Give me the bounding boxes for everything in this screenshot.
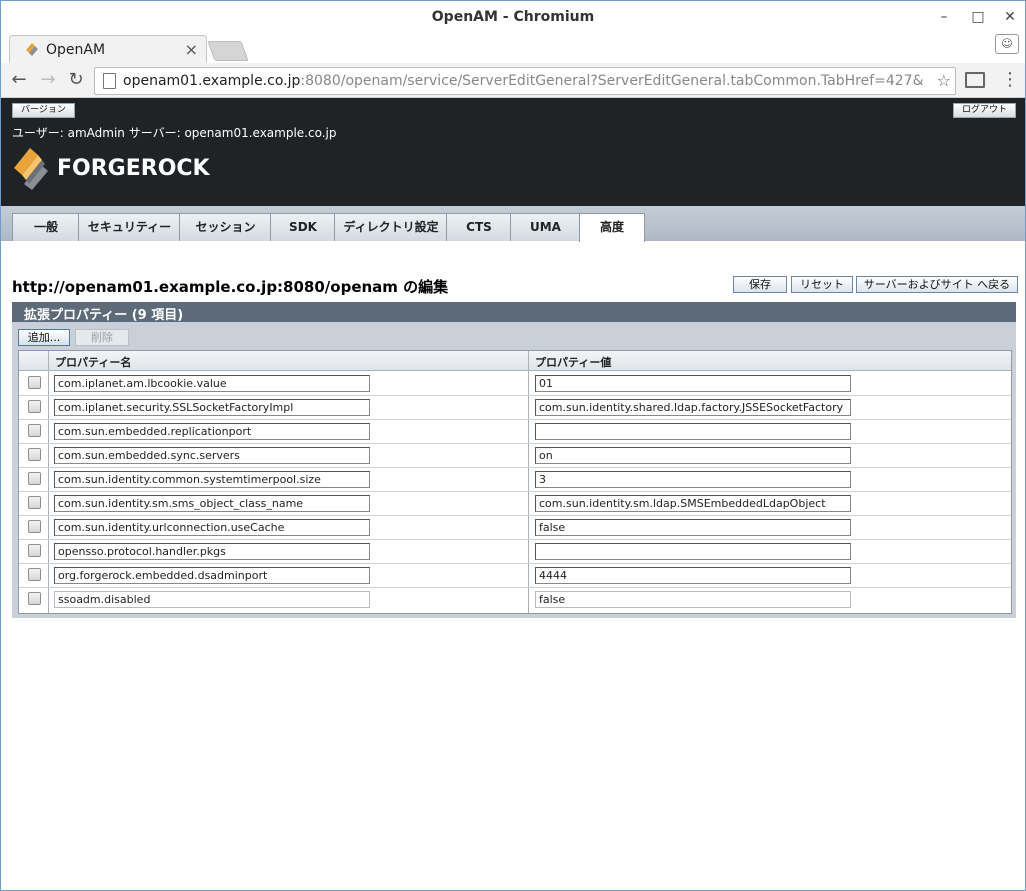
bookmark-star-icon[interactable]: ☆ — [937, 71, 951, 90]
extended-properties-panel: 拡張プロパティー (9 項目) 追加... 削除 プロパティー名 プロパティー値 — [12, 302, 1016, 618]
forward-arrow-icon[interactable]: → — [37, 69, 59, 91]
property-value-input[interactable] — [535, 447, 851, 464]
reload-icon[interactable]: ↻ — [65, 69, 87, 91]
url-host: openam01.example.co.jp — [123, 73, 301, 89]
cast-icon[interactable] — [965, 72, 985, 88]
tab-close-icon[interactable]: × — [185, 40, 198, 59]
tab-general[interactable]: 一般 — [12, 213, 80, 241]
profile-icon[interactable]: ☺ — [995, 34, 1019, 54]
table-row — [19, 371, 1011, 396]
property-value-input[interactable] — [535, 567, 851, 584]
forgerock-logo-icon — [14, 148, 48, 190]
tab-session[interactable]: セッション — [179, 213, 272, 241]
column-header-name: プロパティー名 — [55, 356, 132, 369]
row-checkbox[interactable] — [28, 400, 41, 413]
row-checkbox[interactable] — [28, 448, 41, 461]
property-name-input[interactable] — [54, 519, 370, 536]
back-arrow-icon[interactable]: ← — [8, 69, 30, 91]
logo-wordmark: FORGEROCK — [57, 156, 210, 181]
reset-button[interactable]: リセット — [791, 276, 853, 293]
browser-toolbar: ← → ↻ openam01.example.co.jp:8080/openam… — [1, 63, 1025, 98]
column-header-value: プロパティー値 — [535, 356, 612, 369]
property-name-input[interactable] — [54, 375, 370, 392]
table-row — [19, 419, 1011, 444]
property-name-input[interactable] — [54, 591, 370, 608]
chrome-menu-icon[interactable]: ⋮ — [1001, 69, 1019, 91]
browser-tab-openam[interactable]: OpenAM × — [9, 35, 207, 64]
panel-title: 拡張プロパティー (9 項目) — [24, 308, 184, 323]
property-name-input[interactable] — [54, 423, 370, 440]
browser-window: OpenAM - Chromium – □ ✕ OpenAM × ☺ ← → ↻… — [0, 0, 1026, 891]
minimize-icon[interactable]: – — [929, 5, 959, 29]
row-checkbox[interactable] — [28, 568, 41, 581]
property-value-input[interactable] — [535, 519, 851, 536]
row-checkbox[interactable] — [28, 592, 41, 605]
tab-cts[interactable]: CTS — [446, 213, 512, 241]
property-name-input[interactable] — [54, 543, 370, 560]
close-window-icon[interactable]: ✕ — [995, 5, 1025, 29]
panel-header: 拡張プロパティー (9 項目) — [12, 302, 1016, 323]
maximize-icon[interactable]: □ — [963, 5, 993, 29]
new-tab-button[interactable] — [207, 41, 249, 61]
tab-strip: OpenAM × ☺ — [1, 33, 1025, 64]
property-value-input[interactable] — [535, 375, 851, 392]
properties-table: プロパティー名 プロパティー値 — [18, 350, 1012, 614]
url-path: :8080/openam/service/ServerEditGeneral?S… — [300, 73, 923, 89]
tab-title: OpenAM — [46, 42, 106, 58]
property-value-input[interactable] — [535, 591, 851, 608]
address-bar[interactable]: openam01.example.co.jp:8080/openam/servi… — [94, 67, 956, 95]
table-row — [19, 467, 1011, 492]
property-name-input[interactable] — [54, 399, 370, 416]
add-property-button[interactable]: 追加... — [18, 329, 70, 346]
table-row — [19, 515, 1011, 540]
row-checkbox[interactable] — [28, 472, 41, 485]
table-row — [19, 539, 1011, 564]
tab-security[interactable]: セキュリティー — [78, 213, 181, 241]
version-button[interactable]: バージョン — [12, 103, 75, 118]
row-checkbox[interactable] — [28, 424, 41, 437]
property-name-input[interactable] — [54, 495, 370, 512]
property-value-input[interactable] — [535, 399, 851, 416]
save-button[interactable]: 保存 — [733, 276, 787, 293]
table-row — [19, 443, 1011, 468]
back-to-servers-button[interactable]: サーバーおよびサイト へ戻る — [856, 276, 1018, 293]
table-row — [19, 395, 1011, 420]
property-value-input[interactable] — [535, 495, 851, 512]
property-value-input[interactable] — [535, 423, 851, 440]
row-checkbox[interactable] — [28, 496, 41, 509]
forgerock-favicon-icon — [26, 43, 38, 56]
window-title: OpenAM - Chromium — [431, 9, 595, 25]
table-header: プロパティー名 プロパティー値 — [19, 351, 1011, 371]
row-checkbox[interactable] — [28, 544, 41, 557]
delete-property-button[interactable]: 削除 — [75, 329, 129, 346]
masthead: バージョン ログアウト ユーザー: amAdmin サーバー: openam01… — [1, 98, 1025, 206]
property-value-input[interactable] — [535, 543, 851, 560]
logout-button[interactable]: ログアウト — [953, 103, 1017, 118]
row-checkbox[interactable] — [28, 376, 41, 389]
page-title: http://openam01.example.co.jp:8080/opena… — [12, 278, 449, 296]
table-row — [19, 563, 1011, 588]
tab-uma[interactable]: UMA — [510, 213, 581, 241]
property-name-input[interactable] — [54, 567, 370, 584]
tab-directory-config[interactable]: ディレクトリ設定 — [334, 213, 448, 241]
page-info-icon[interactable] — [103, 73, 116, 89]
tab-advanced[interactable]: 高度 — [579, 213, 645, 242]
property-name-input[interactable] — [54, 471, 370, 488]
row-checkbox[interactable] — [28, 520, 41, 533]
forgerock-logo: FORGEROCK — [12, 146, 210, 190]
config-tab-bar: 一般 セキュリティー セッション SDK ディレクトリ設定 CTS UMA 高度 — [1, 206, 1025, 242]
url-text[interactable]: openam01.example.co.jp:8080/openam/servi… — [123, 73, 923, 89]
property-name-input[interactable] — [54, 447, 370, 464]
table-row — [19, 491, 1011, 516]
tab-sdk[interactable]: SDK — [270, 213, 336, 241]
table-row — [19, 587, 1011, 611]
user-server-info: ユーザー: amAdmin サーバー: openam01.example.co.… — [12, 126, 337, 140]
page-content: バージョン ログアウト ユーザー: amAdmin サーバー: openam01… — [1, 98, 1025, 890]
property-value-input[interactable] — [535, 471, 851, 488]
title-bar: OpenAM - Chromium – □ ✕ — [1, 1, 1025, 33]
